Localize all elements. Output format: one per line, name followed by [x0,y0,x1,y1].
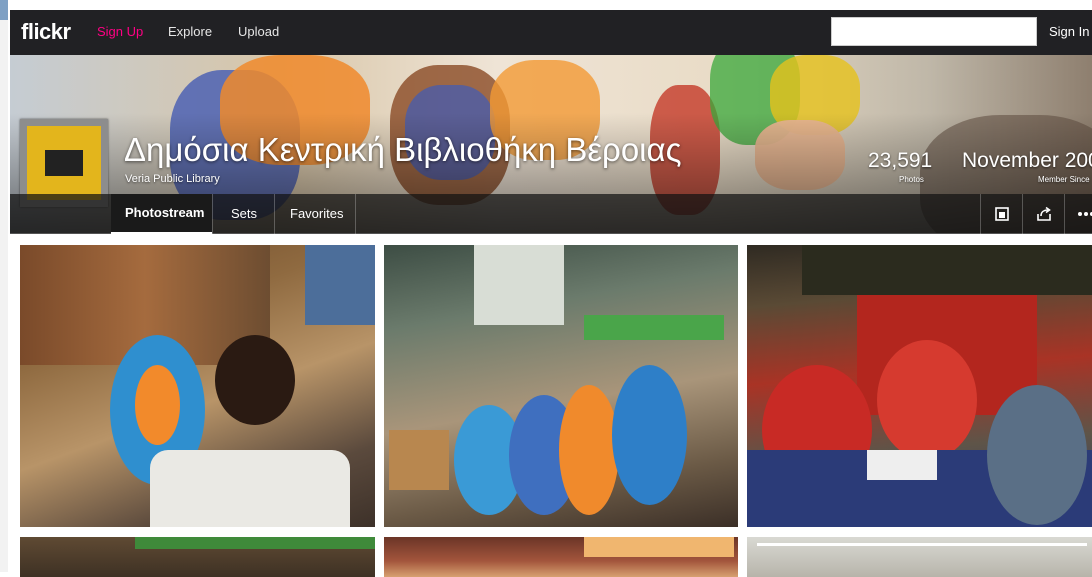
signup-link[interactable]: Sign Up [97,24,143,39]
photo-thumbnail[interactable] [747,537,1092,577]
profile-subtitle: Veria Public Library [125,173,220,185]
photo-lights [757,543,1087,546]
share-icon [1036,206,1052,222]
share-button[interactable] [1022,194,1064,234]
stat-member-since: November 2006 [962,149,1092,173]
upload-link[interactable]: Upload [238,24,279,39]
avatar-image [27,126,101,200]
slideshow-button[interactable] [980,194,1022,234]
photo-child-3 [559,385,619,515]
photo-child-orange [135,365,180,445]
stat-photos-label: Photos [899,175,924,184]
photo-orange-block [584,537,734,557]
flickr-logo[interactable]: flickr [21,19,71,45]
photo-screen [305,245,375,325]
tab-divider [212,194,213,234]
photo-boy-3 [987,385,1087,525]
tab-divider [274,194,275,234]
stat-member-label: Member Since [1038,175,1090,184]
photo-green-shelf [584,315,724,340]
photo-thumbnail[interactable] [384,537,738,577]
slideshow-icon [994,206,1010,222]
more-button[interactable] [1064,194,1092,234]
search-input[interactable] [831,17,1037,46]
explore-link[interactable]: Explore [168,24,212,39]
tab-favorites[interactable]: Favorites [276,194,357,234]
photo-thumbnail[interactable] [20,537,375,577]
photo-child-hair [215,335,295,425]
photo-bookstand [150,450,350,527]
photo-thumbnail[interactable] [747,245,1092,527]
page-edge [0,0,8,572]
edge-accent [0,0,8,20]
stat-photos-count: 23,591 [868,149,932,173]
photo-child-4 [612,365,687,505]
tab-photostream[interactable]: Photostream [111,194,212,234]
photo-thumbnail[interactable] [384,245,738,527]
tab-divider [355,194,356,234]
signin-link[interactable]: Sign In [1049,24,1089,39]
more-icon [1077,211,1092,217]
page-title: Δημόσια Κεντρική Βιβλιοθήκη Βέροιας [124,131,682,169]
photo-thumbnail[interactable] [20,245,375,527]
profile-subnav: Photostream Sets Favorites [10,194,1092,234]
photo-green-strip [135,537,375,549]
photo-paper [867,450,937,480]
photo-window [474,245,564,325]
photo-ceiling [802,245,1092,295]
library-logo-icon [45,150,83,176]
photo-shelf [389,430,449,490]
top-nav: flickr Sign Up Explore Upload Sign In [10,10,1092,55]
tab-sets[interactable]: Sets [217,194,271,234]
photo-boy-2 [877,340,977,460]
